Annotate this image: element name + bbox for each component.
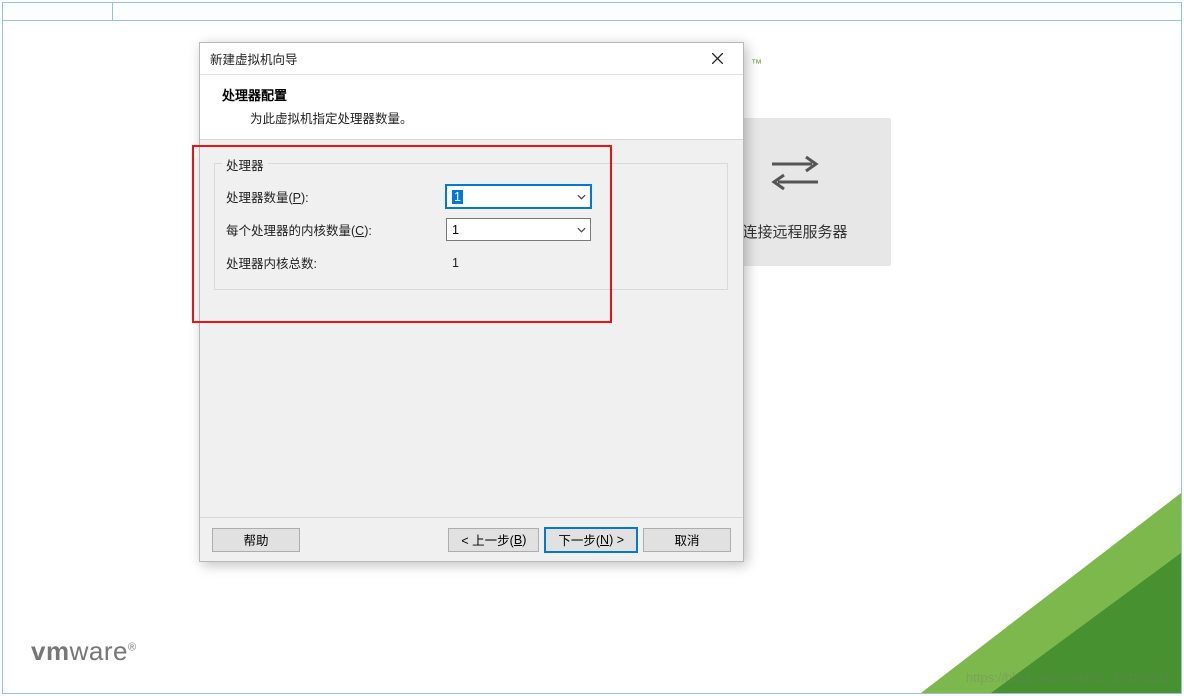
dialog-titlebar[interactable]: 新建虚拟机向导 [200, 43, 743, 75]
chevron-down-icon [577, 227, 586, 233]
close-button[interactable] [699, 47, 735, 71]
back-button[interactable]: < 上一步(B) [448, 528, 539, 552]
new-vm-wizard-dialog: 新建虚拟机向导 处理器配置 为此虚拟机指定处理器数量。 处理器 处理器数量(P)… [199, 42, 744, 562]
dialog-header: 处理器配置 为此虚拟机指定处理器数量。 [200, 75, 743, 140]
close-icon [712, 53, 723, 64]
dialog-button-row: 帮助 < 上一步(B) 下一步(N) > 取消 [200, 517, 743, 561]
cancel-button[interactable]: 取消 [643, 528, 731, 552]
next-button[interactable]: 下一步(N) > [545, 528, 637, 552]
dialog-header-sub: 为此虚拟机指定处理器数量。 [222, 108, 727, 127]
help-button[interactable]: 帮助 [212, 528, 300, 552]
app-viewport: ™ 连接远程服务器 vmware® https://blog.csdn.net/… [2, 2, 1182, 694]
watermark: https://blog.csdn.net/m0_37426353 [966, 670, 1169, 685]
total-cores-value: 1 [446, 256, 459, 270]
vmware-logo: vmware® [31, 636, 137, 667]
total-cores-row: 处理器内核总数: 1 [226, 253, 716, 272]
dialog-title: 新建虚拟机向导 [210, 49, 298, 68]
groupbox-label: 处理器 [222, 155, 268, 174]
processor-groupbox: 处理器 处理器数量(P): 1 每个处理器的内核数量(C): 1 [214, 155, 728, 290]
dialog-header-title: 处理器配置 [222, 85, 727, 104]
dialog-body: 处理器 处理器数量(P): 1 每个处理器的内核数量(C): 1 [200, 143, 743, 517]
cores-per-proc-label: 每个处理器的内核数量(C): [226, 220, 446, 239]
connect-remote-label: 连接远程服务器 [742, 221, 847, 242]
top-tab-bar [3, 3, 1181, 21]
top-tab[interactable] [3, 3, 113, 20]
cores-per-proc-combo[interactable]: 1 [446, 218, 591, 241]
total-cores-label: 处理器内核总数: [226, 253, 446, 272]
processor-count-row: 处理器数量(P): 1 [226, 185, 716, 208]
cores-per-proc-value: 1 [452, 223, 459, 237]
tm-mark: ™ [751, 58, 762, 70]
connect-remote-icon [765, 143, 825, 203]
processor-count-combo[interactable]: 1 [446, 185, 591, 208]
chevron-down-icon [577, 194, 586, 200]
processor-count-value: 1 [452, 190, 463, 204]
cores-per-proc-row: 每个处理器的内核数量(C): 1 [226, 218, 716, 241]
processor-count-label: 处理器数量(P): [226, 187, 446, 206]
